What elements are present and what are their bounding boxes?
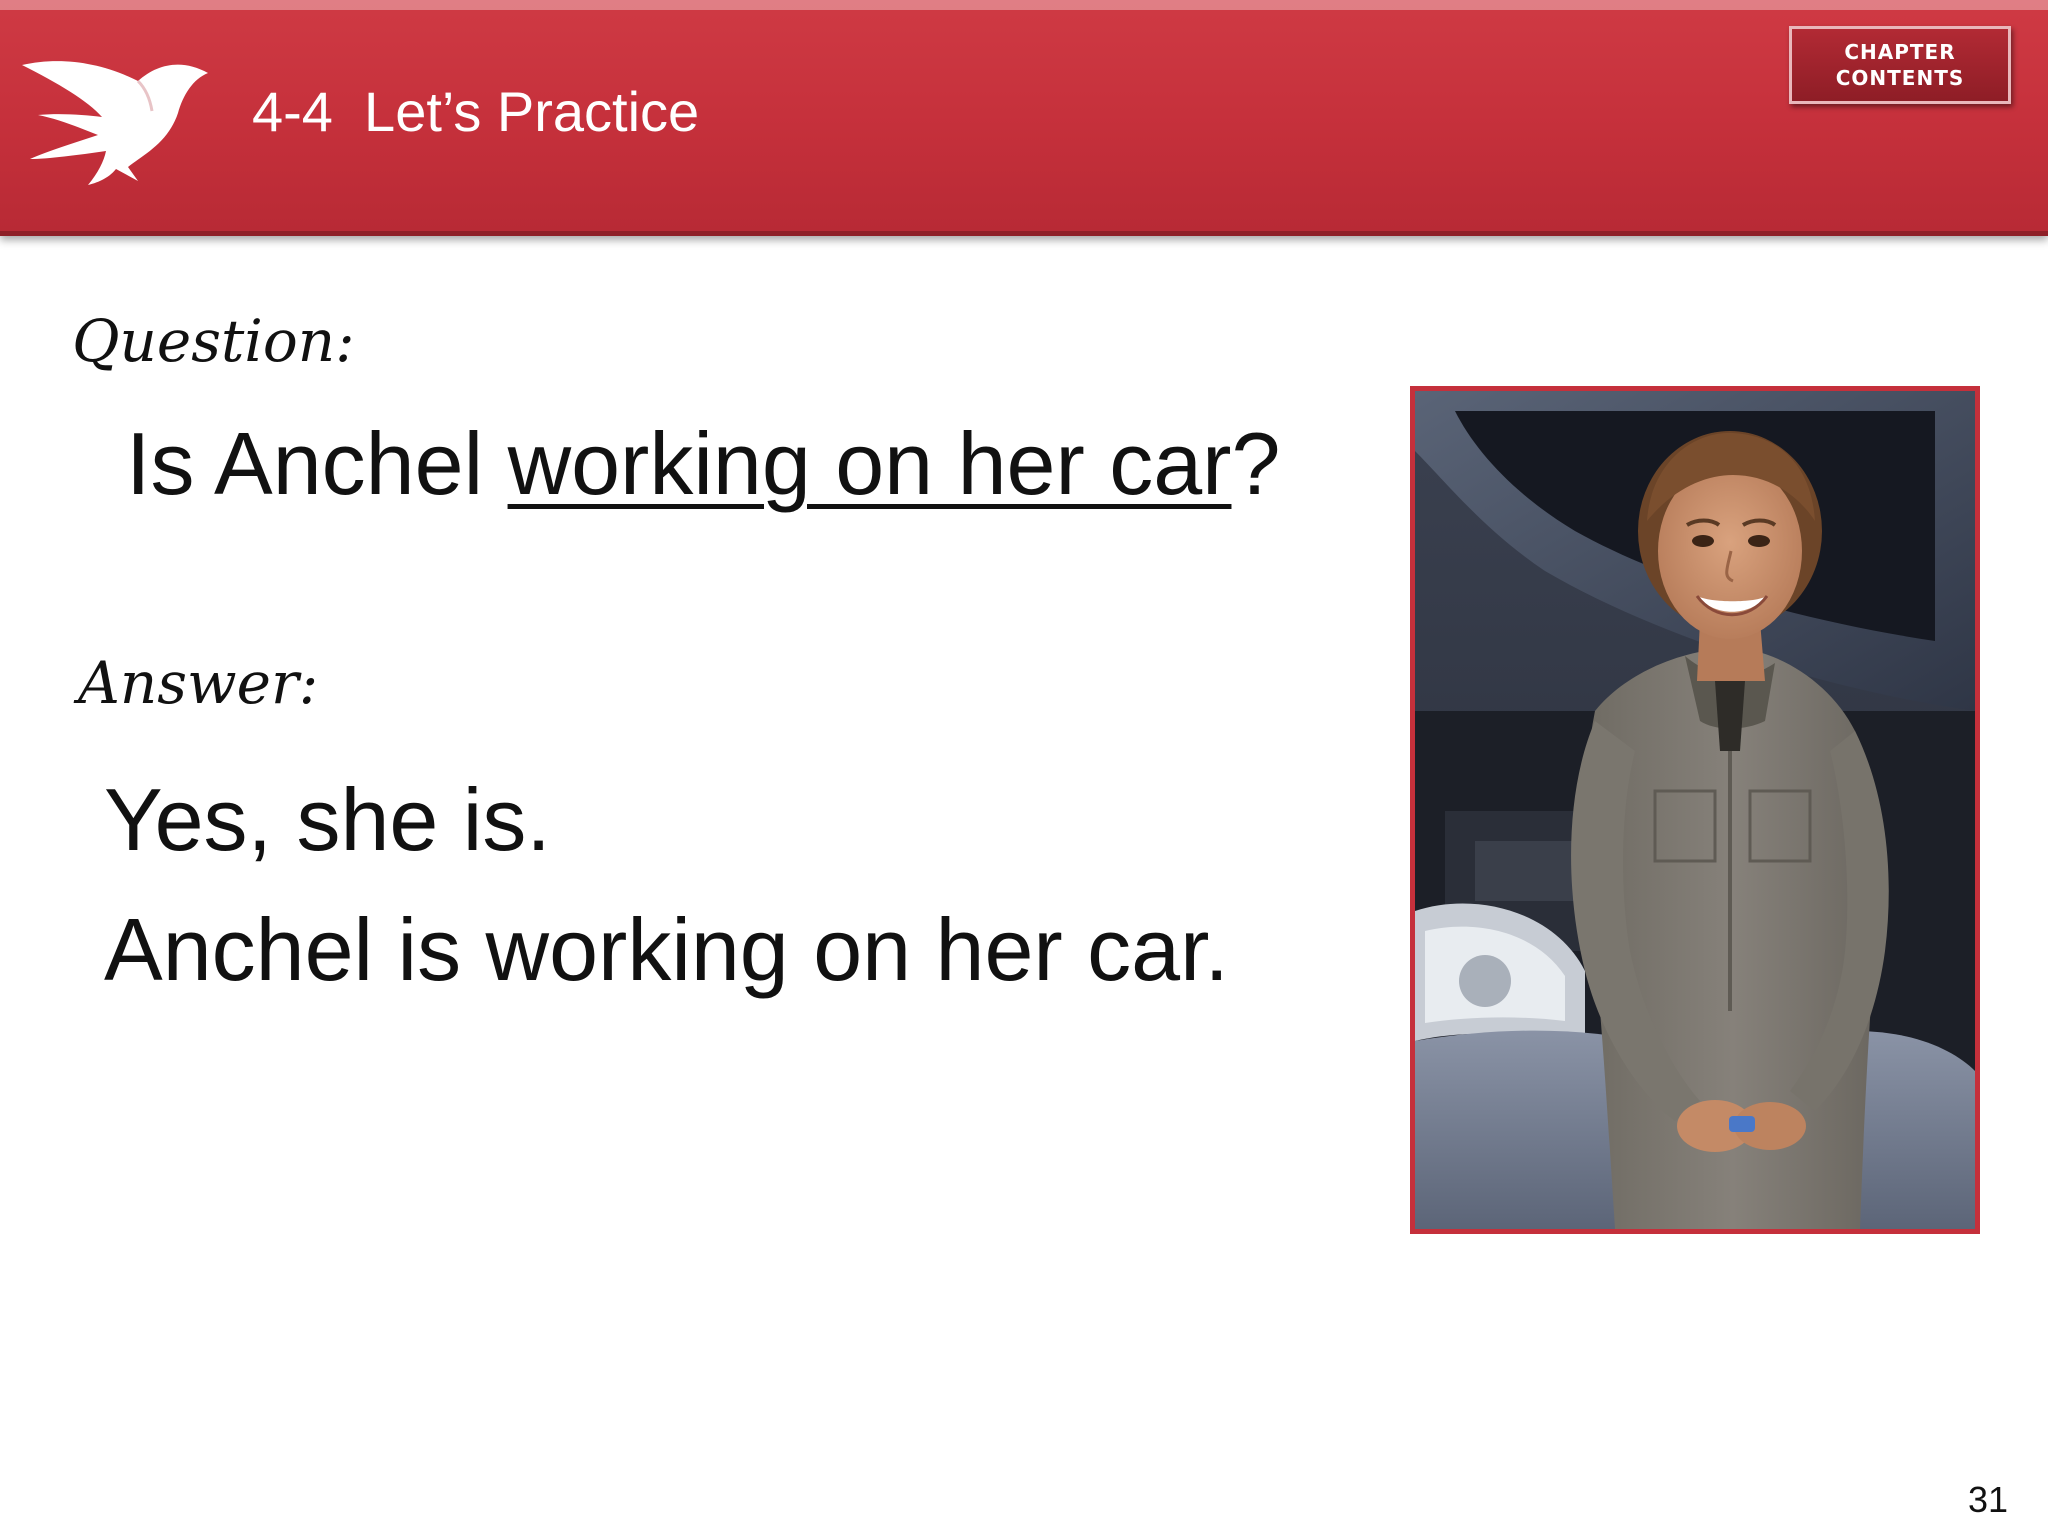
question-sentence: Is Anchel working on her car? — [126, 420, 1280, 508]
chapter-contents-label-line1: CHAPTER — [1844, 40, 1956, 64]
answer-label: Answer: — [78, 649, 319, 717]
question-label: Question: — [72, 307, 355, 375]
header-highlight — [0, 0, 2048, 10]
chapter-contents-button[interactable]: CHAPTER CONTENTS — [1789, 26, 2011, 104]
header-banner: 4-4 Let’s Practice CHAPTER CONTENTS — [0, 0, 2048, 236]
chapter-contents-label-line2: CONTENTS — [1835, 66, 1965, 90]
question-blank-answer: working on her car — [507, 414, 1232, 513]
slide-title: 4-4 Let’s Practice — [252, 80, 700, 143]
mechanic-photo-illustration — [1415, 391, 1975, 1229]
question-suffix: ? — [1231, 414, 1281, 513]
question-prefix: Is Anchel — [126, 414, 508, 513]
slide: 4-4 Let’s Practice CHAPTER CONTENTS Ques… — [0, 0, 2048, 1536]
answer-line-short: Yes, she is. — [104, 770, 551, 869]
page-number: 31 — [1967, 1479, 2008, 1520]
bird-logo-icon — [22, 61, 208, 185]
mechanic-photo — [1410, 386, 1980, 1234]
answer-line-full: Anchel is working on her car. — [104, 900, 1230, 999]
